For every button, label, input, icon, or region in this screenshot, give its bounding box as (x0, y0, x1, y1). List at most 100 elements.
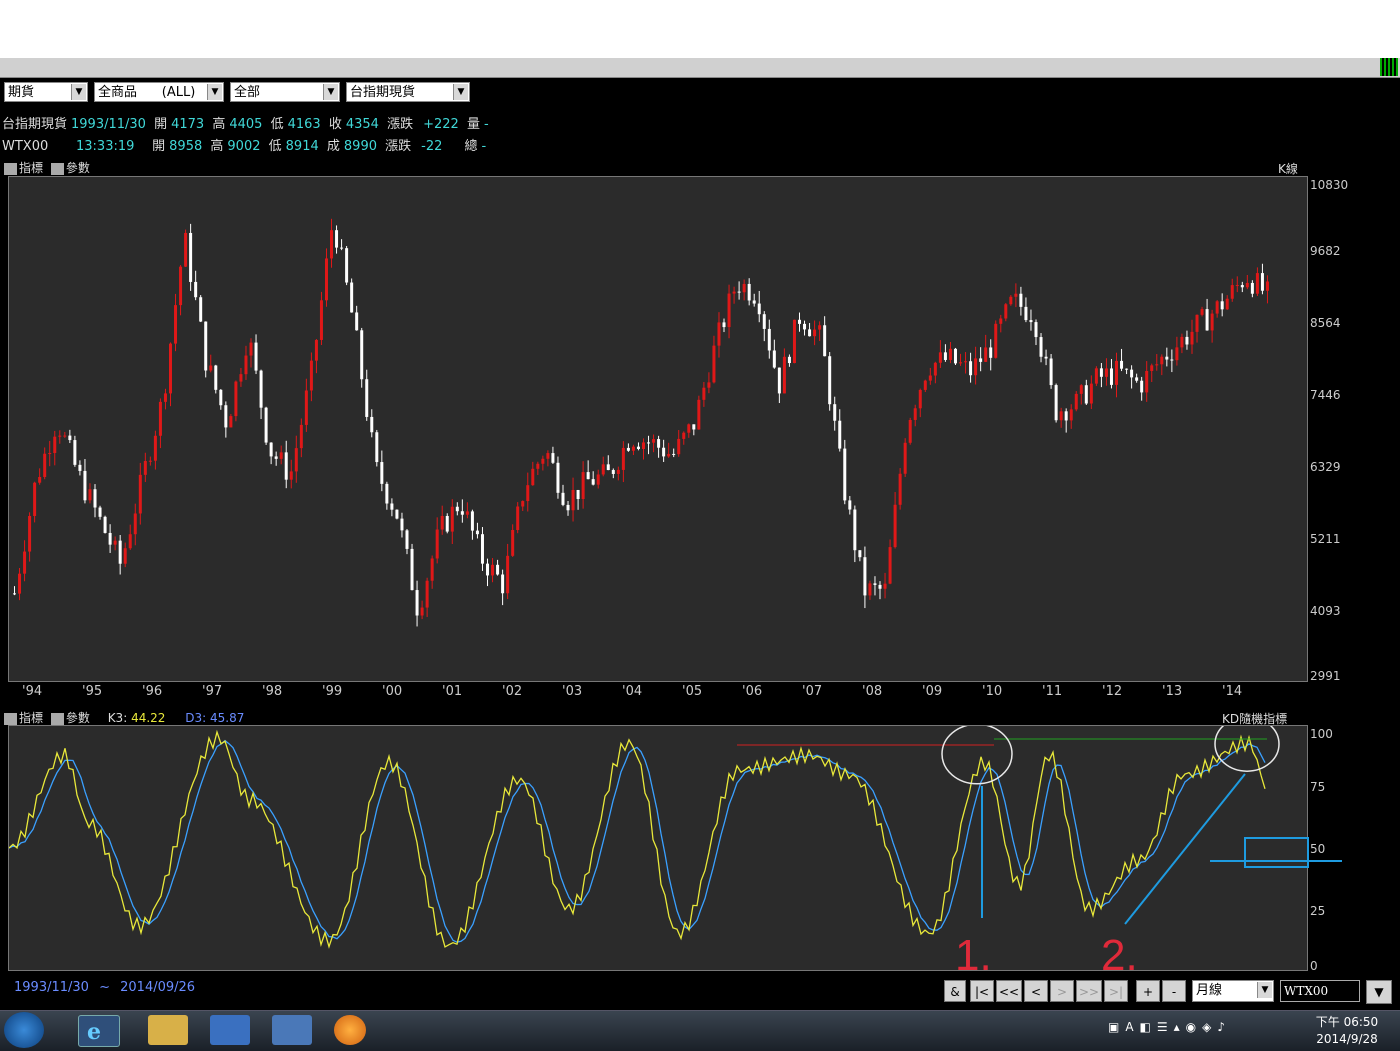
candle (118, 540, 122, 564)
candle (556, 462, 560, 493)
candle (808, 329, 812, 337)
k-label: K3: (107, 711, 128, 725)
candle (611, 470, 615, 474)
tray-icons[interactable]: ▣A◧☰▴◉◈♪ (1108, 1020, 1298, 1038)
category-select[interactable]: 全部 ▼ (230, 82, 340, 102)
time-axis-tick: '05 (682, 684, 703, 699)
candle (843, 448, 847, 501)
candle (616, 469, 620, 474)
candle (828, 356, 832, 405)
indicator-menu-icon[interactable] (4, 712, 17, 725)
zoom-out-button[interactable]: - (1162, 980, 1186, 1002)
candle (1245, 282, 1249, 288)
candle (445, 515, 449, 532)
kd-axis-tick: 0 (1310, 959, 1318, 973)
price-chart[interactable] (8, 176, 1308, 682)
candle (757, 303, 761, 315)
next-fast-button[interactable]: >> (1076, 980, 1102, 1002)
candle (1230, 285, 1234, 299)
param-menu-icon[interactable] (50, 712, 64, 725)
candle (1220, 301, 1224, 310)
candle (229, 416, 233, 428)
candle (762, 314, 766, 329)
prev-fast-button[interactable]: << (996, 980, 1022, 1002)
candle (133, 513, 137, 535)
candle (23, 551, 27, 574)
candle (1260, 273, 1264, 291)
time-axis-tick: '13 (1162, 684, 1183, 699)
candle (878, 584, 882, 589)
candle (642, 442, 645, 450)
period-select[interactable]: 月線 ▼ (1192, 980, 1274, 1002)
time-axis-tick: '96 (142, 684, 163, 699)
candle (1180, 336, 1184, 348)
candle (938, 352, 942, 363)
indicator-button[interactable]: 指標 (19, 711, 43, 725)
product-select[interactable]: 全商品 (ALL) ▼ (94, 82, 224, 102)
candle (1265, 281, 1269, 291)
media-player-icon[interactable] (210, 1015, 250, 1045)
d-label: D3: (185, 711, 207, 725)
internet-explorer-icon[interactable]: e (78, 1015, 120, 1047)
candle (470, 511, 474, 531)
prev-button[interactable]: < (1024, 980, 1048, 1002)
market-select[interactable]: 期貨 ▼ (4, 82, 88, 102)
folder-icon[interactable] (148, 1015, 188, 1045)
indicator-menu-icon[interactable] (4, 162, 17, 175)
chevron-down-icon: ▼ (323, 84, 338, 100)
zoom-in-button[interactable]: + (1136, 980, 1160, 1002)
candle (863, 557, 867, 596)
candle (1225, 298, 1229, 310)
kd-panel-header: 指標 參數 K3: 44.22 D3: 45.87 (4, 709, 244, 726)
candle (526, 485, 530, 502)
candle (214, 365, 218, 390)
app-icon[interactable] (272, 1015, 312, 1045)
d-value: 45.87 (210, 711, 245, 725)
indicator-button[interactable]: 指標 (19, 161, 43, 175)
param-button[interactable]: 參數 (66, 711, 90, 725)
candle (496, 564, 500, 575)
candle (380, 462, 384, 484)
candle (626, 447, 630, 451)
candle (13, 593, 16, 595)
start-icon[interactable] (4, 1012, 44, 1048)
candle (239, 374, 243, 382)
candle (345, 248, 349, 283)
candle (138, 474, 142, 514)
clock[interactable]: 下午 06:50 2014/9/28 (1310, 1014, 1384, 1048)
candle (813, 329, 817, 337)
candle (1049, 358, 1053, 386)
candle (480, 534, 484, 564)
candle (1175, 347, 1179, 361)
param-menu-icon[interactable] (50, 162, 64, 175)
next-button[interactable]: > (1050, 980, 1074, 1002)
candle (199, 297, 203, 322)
candle (636, 446, 640, 450)
candle (128, 534, 132, 549)
candle (249, 342, 253, 356)
candle (792, 319, 796, 364)
candle (551, 453, 555, 463)
and-button[interactable]: & (944, 980, 966, 1002)
param-button[interactable]: 參數 (66, 161, 90, 175)
candle (923, 380, 927, 390)
candle (918, 389, 922, 409)
time-axis-tick: '00 (382, 684, 403, 699)
time-axis-tick: '08 (862, 684, 883, 699)
candle (1195, 314, 1199, 332)
candle (259, 370, 263, 408)
grid-icon[interactable] (1380, 58, 1398, 76)
last-button[interactable]: >| (1104, 980, 1128, 1002)
candle (234, 381, 238, 417)
first-button[interactable]: |< (970, 980, 994, 1002)
candle (989, 347, 993, 358)
candle (687, 424, 691, 433)
dropdown-arrow-icon[interactable]: ▼ (1366, 980, 1392, 1004)
chevron-down-icon: ▼ (71, 84, 86, 100)
candle (284, 452, 288, 480)
symbol-select[interactable]: 台指期現貨 ▼ (346, 82, 470, 102)
kd-chart[interactable]: 1. 2. (8, 716, 1308, 980)
kline-panel-header: 指標 參數 (4, 159, 90, 176)
chat-app-icon[interactable] (334, 1015, 366, 1045)
symbol-input[interactable]: WTX00 (1280, 980, 1360, 1002)
